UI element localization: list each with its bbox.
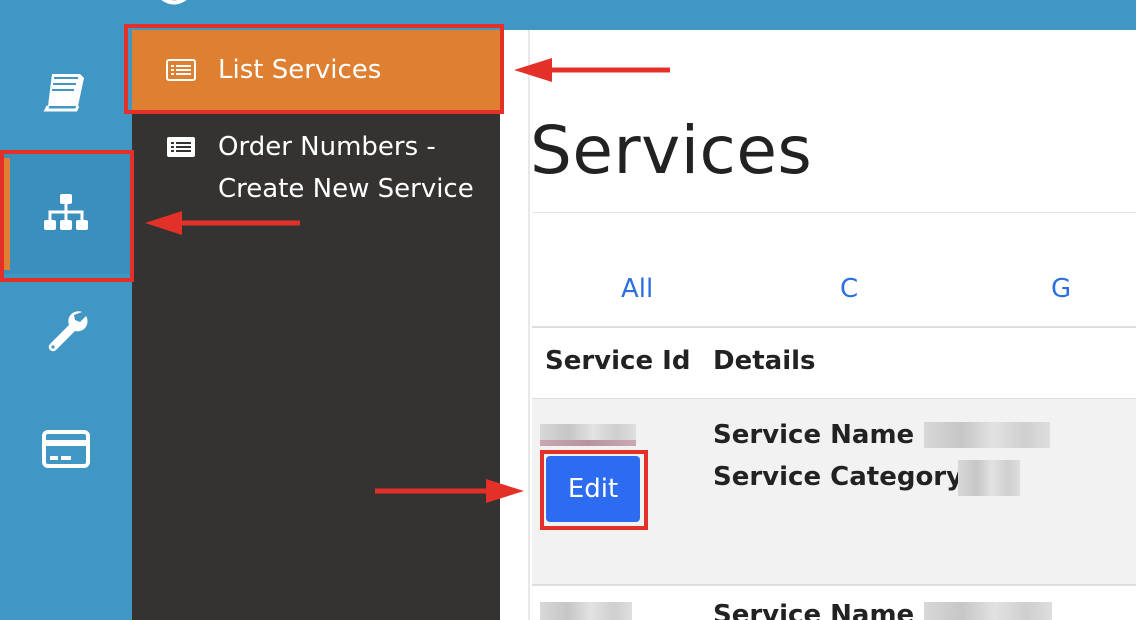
title-divider: [532, 212, 1136, 213]
menu-item-order-numbers[interactable]: Order Numbers - Create New Service: [132, 126, 500, 210]
submenu-panel: List Services Order Numbers - Create New…: [132, 30, 500, 620]
column-header-service-id: Service Id: [545, 346, 691, 376]
service-name-label: Service Name :: [713, 420, 934, 450]
page-title: Services: [530, 112, 813, 189]
menu-item-label: Order Numbers - Create New Service: [218, 132, 474, 204]
credit-card-icon: [42, 430, 90, 468]
filter-divider: [532, 326, 1136, 328]
service-name-redacted: [924, 422, 1050, 448]
rail-item-docs[interactable]: [0, 30, 132, 150]
highlight-services-rail: [0, 150, 134, 282]
rail-item-billing[interactable]: [0, 390, 132, 510]
rail-item-tools[interactable]: [0, 270, 132, 390]
service-id-redacted: [540, 602, 632, 620]
service-category-label: Service Category:: [713, 462, 974, 492]
filter-c[interactable]: C: [840, 274, 858, 304]
arrow-left-icon: [514, 58, 670, 82]
service-id-redacted: [540, 440, 636, 446]
filter-all[interactable]: All: [621, 274, 653, 304]
service-category-redacted: [958, 460, 1020, 496]
service-name-label: Service Name :: [713, 600, 934, 620]
book-icon: [43, 74, 84, 112]
service-id-redacted: [540, 424, 636, 440]
service-name-redacted: [924, 602, 1052, 620]
list-icon: [167, 137, 195, 157]
filter-g[interactable]: G: [1051, 274, 1071, 304]
column-header-details: Details: [713, 346, 816, 376]
logo-icon: [161, 0, 187, 5]
icon-rail: [0, 30, 132, 620]
wrench-icon: [48, 311, 88, 352]
highlight-edit-button: [540, 450, 648, 530]
highlight-list-services: [124, 24, 504, 114]
